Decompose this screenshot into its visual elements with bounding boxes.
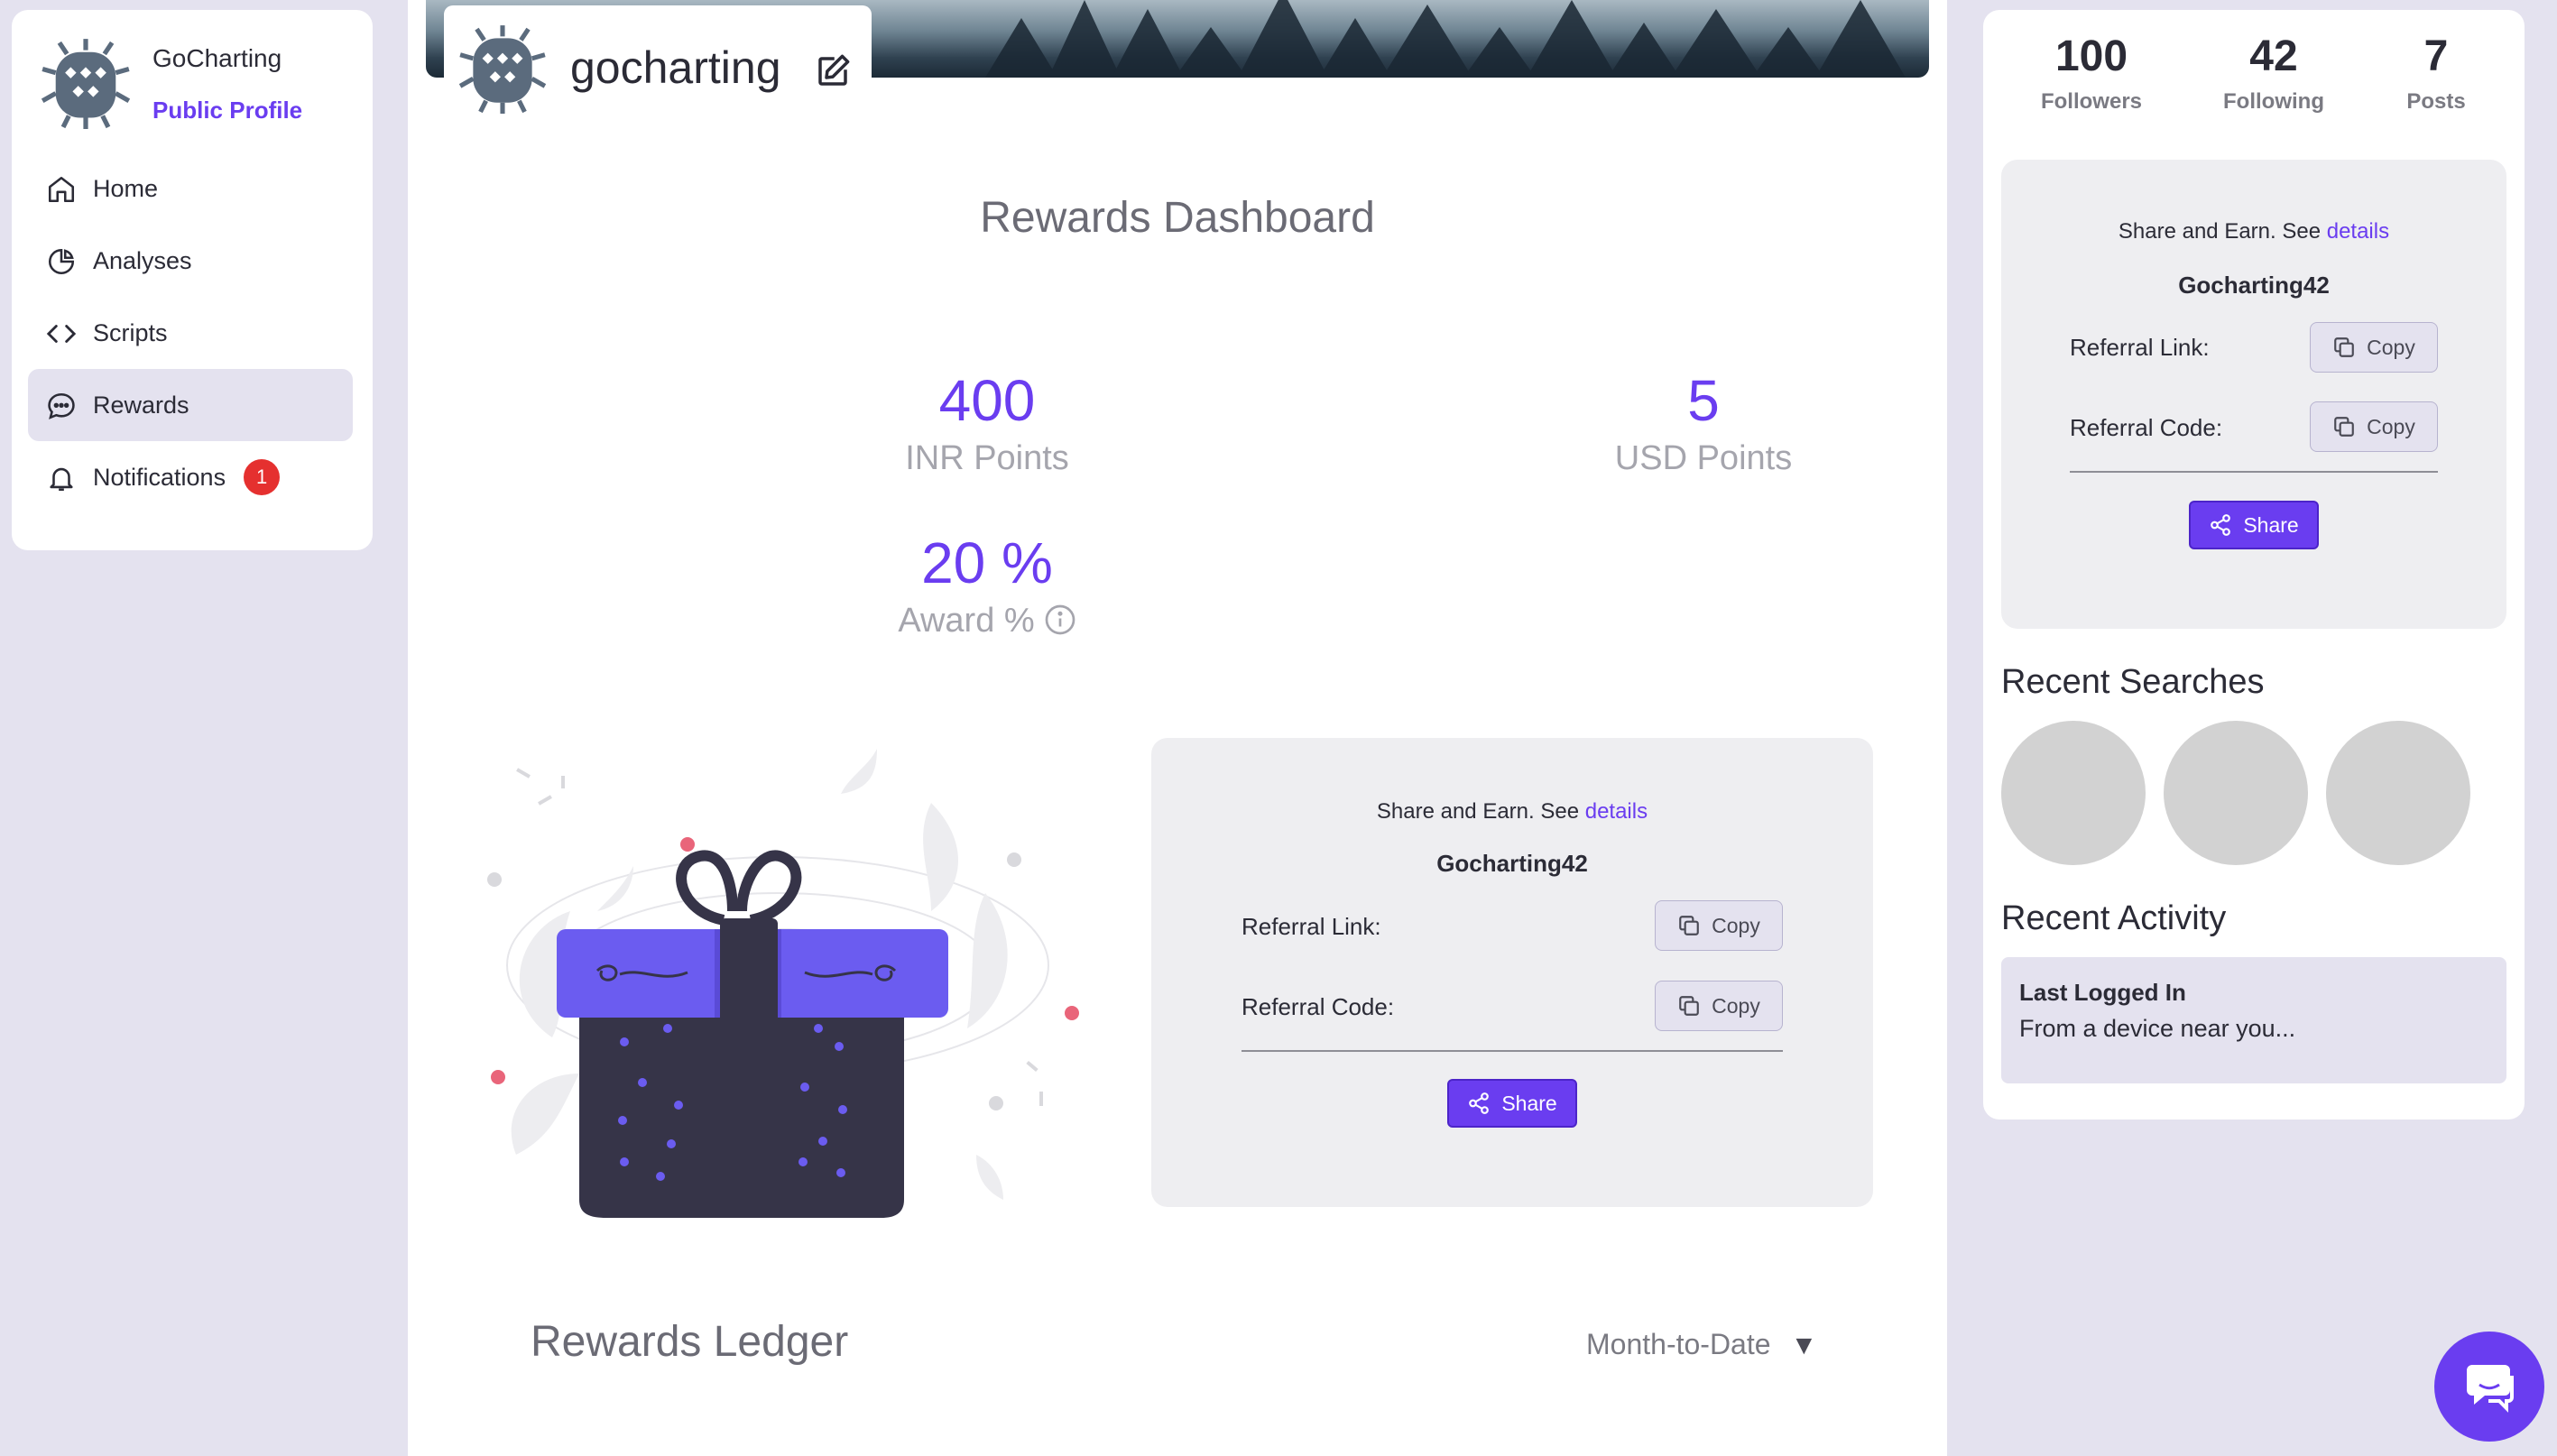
sidebar-item-scripts[interactable]: Scripts — [28, 297, 353, 369]
activity-description: From a device near you... — [2019, 1015, 2296, 1042]
brand[interactable]: GoCharting Public Profile — [28, 24, 362, 129]
sidebar: GoCharting Public Profile Home Analyses … — [12, 10, 373, 550]
inr-points-stat: 400 INR Points — [807, 366, 1168, 485]
referral-link-label: Referral Link: — [1242, 913, 1381, 940]
followers-count: 100 — [2054, 32, 2128, 80]
referral-code-label: Referral Code: — [2070, 414, 2223, 441]
posts-count: 7 — [2423, 32, 2449, 80]
following-count: 42 — [2249, 32, 2298, 80]
copy-label: Copy — [1712, 993, 1760, 1018]
share-label: Share — [1501, 1091, 1557, 1115]
sidebar-item-home[interactable]: Home — [28, 152, 353, 225]
share-label: Share — [2243, 512, 2299, 537]
chat-icon — [2467, 1365, 2514, 1413]
sidebar-item-notifications[interactable]: Notifications 1 — [28, 441, 353, 513]
share-earn-card: Share and Earn. See details Gocharting42… — [1151, 738, 1873, 1207]
sidebar-item-label: Home — [93, 174, 159, 202]
share-earn-text: Share and Earn. See details — [1151, 799, 1873, 825]
pie-chart-icon — [48, 248, 75, 275]
copy-icon — [2334, 337, 2354, 357]
posts-stat[interactable]: 7 Posts — [2359, 30, 2513, 120]
code-icon — [46, 325, 77, 343]
notification-count-badge: 1 — [244, 459, 281, 495]
recent-search-item[interactable] — [2326, 721, 2470, 865]
sidebar-item-label: Analyses — [93, 246, 192, 274]
details-link[interactable]: details — [2327, 219, 2389, 244]
divider — [1242, 1050, 1783, 1052]
details-link[interactable]: details — [1585, 799, 1648, 824]
share-icon — [1469, 1092, 1490, 1114]
caret-down-icon: ▼ — [1790, 1331, 1818, 1360]
copy-referral-code-button[interactable]: Copy — [1655, 981, 1783, 1031]
share-button[interactable]: Share — [2189, 501, 2319, 549]
right-share-earn-card: Share and Earn. See details Gocharting42… — [2001, 160, 2506, 629]
award-pct-value: 20 % — [921, 530, 1053, 595]
copy-icon — [1679, 996, 1699, 1016]
referral-code-label: Referral Code: — [1242, 993, 1395, 1020]
copy-referral-link-button[interactable]: Copy — [1655, 900, 1783, 951]
copy-icon — [2334, 417, 2354, 437]
usd-points-stat: 5 USD Points — [1523, 366, 1884, 485]
copy-referral-code-button[interactable]: Copy — [2310, 401, 2438, 452]
recent-activity-title: Recent Activity — [2001, 899, 2227, 937]
ledger-period-dropdown[interactable]: Month-to-Date ▼ — [1586, 1328, 1817, 1361]
rewards-ledger-title: Rewards Ledger — [531, 1318, 849, 1366]
award-pct-label: Award % — [898, 602, 1035, 640]
copy-referral-link-button[interactable]: Copy — [2310, 322, 2438, 373]
referral-link-label: Referral Link: — [2070, 334, 2210, 361]
robot-avatar-icon — [41, 39, 131, 129]
inr-points-label: INR Points — [905, 439, 1069, 477]
share-earn-prefix: Share and Earn. See — [1376, 799, 1580, 824]
gift-illustration — [487, 749, 1079, 1218]
followers-label: Followers — [2040, 89, 2143, 114]
bell-icon — [50, 467, 73, 492]
recent-searches-title: Recent Searches — [2001, 663, 2265, 701]
inr-points-value: 400 — [938, 368, 1036, 433]
copy-icon — [1679, 916, 1699, 935]
usd-points-value: 5 — [1687, 368, 1720, 433]
share-button[interactable]: Share — [1447, 1079, 1577, 1128]
copy-label: Copy — [1712, 913, 1760, 937]
profile-avatar[interactable] — [457, 22, 549, 114]
home-icon — [48, 176, 75, 203]
share-earn-text: Share and Earn. See details — [2001, 219, 2506, 244]
following-label: Following — [2223, 89, 2324, 114]
share-earn-prefix: Share and Earn. See — [2118, 219, 2322, 244]
award-pct-stat: 20 % Award % — [807, 529, 1168, 648]
referral-code-value: Gocharting42 — [1436, 850, 1588, 877]
edit-icon[interactable] — [814, 52, 852, 90]
copy-label: Copy — [2367, 414, 2415, 438]
usd-points-label: USD Points — [1614, 439, 1793, 477]
sidebar-item-label: Notifications — [93, 463, 226, 491]
sidebar-item-label: Rewards — [93, 391, 189, 419]
info-icon[interactable] — [1044, 604, 1076, 636]
profile-header: gocharting — [444, 5, 872, 114]
copy-label: Copy — [2367, 335, 2415, 359]
profile-name: gocharting — [570, 42, 781, 93]
activity-title: Last Logged In — [2019, 979, 2186, 1006]
dashboard-title: Rewards Dashboard — [980, 194, 1375, 242]
sidebar-item-rewards[interactable]: Rewards — [28, 369, 353, 441]
divider — [2070, 471, 2438, 473]
chat-launcher-button[interactable] — [2434, 1332, 2544, 1442]
recent-search-item[interactable] — [2001, 721, 2146, 865]
share-icon — [2211, 514, 2231, 536]
right-panel: 100 Followers 42 Following 7 Posts Share… — [1983, 10, 2525, 1120]
public-profile-link[interactable]: Public Profile — [152, 97, 302, 124]
activity-item[interactable]: Last Logged In From a device near you... — [2001, 957, 2506, 1083]
sidebar-nav: Home Analyses Scripts Rewards Notificati… — [28, 152, 353, 513]
referral-code-value: Gocharting42 — [2178, 272, 2330, 299]
brand-name: GoCharting — [152, 44, 282, 72]
recent-search-item[interactable] — [2164, 721, 2308, 865]
main-content: gocharting Rewards Dashboard 400 INR Poi… — [408, 0, 1947, 1456]
chat-bubble-icon — [48, 392, 75, 419]
ledger-period-value: Month-to-Date — [1586, 1328, 1771, 1360]
posts-label: Posts — [2406, 89, 2466, 114]
following-stat[interactable]: 42 Following — [2197, 30, 2350, 120]
sidebar-item-label: Scripts — [93, 318, 168, 346]
followers-stat[interactable]: 100 Followers — [2015, 30, 2168, 120]
award-pct-label-row: Award % — [807, 594, 1168, 648]
sidebar-item-analyses[interactable]: Analyses — [28, 225, 353, 297]
